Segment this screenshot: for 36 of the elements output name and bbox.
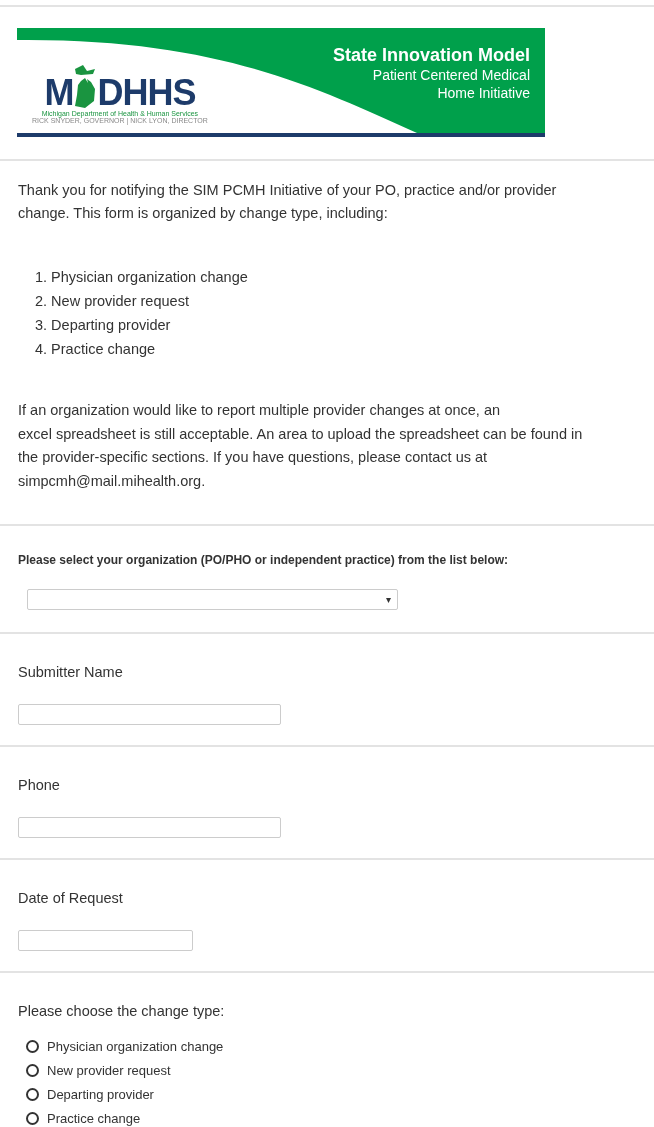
list-marker: 1. (35, 268, 48, 287)
banner-subtitle: Patient Centered Medical (372, 66, 530, 84)
field-label: Please select your organization (PO/PHO or independent practice) from the list below: (18, 553, 510, 567)
list-item: Physician organization change (51, 268, 248, 287)
banner-subtitle: Home Initiative (437, 84, 530, 102)
field-label: Date of Request (18, 890, 124, 906)
note-text: excel spreadsheet is still acceptable. An area to upload the spreadsheet can be found in (18, 424, 584, 444)
note-text: the provider-specific sections. If you have questions, please contact us at (18, 448, 489, 467)
list-marker: 2. (35, 292, 48, 311)
radio-button[interactable] (26, 1039, 39, 1053)
state-map-icon (73, 65, 98, 109)
logo-text: M (44, 77, 74, 109)
logo-text: DHHS (97, 77, 196, 109)
radio-button[interactable] (26, 1063, 39, 1077)
text-field[interactable] (18, 817, 281, 838)
radio-button[interactable] (26, 1111, 39, 1125)
note-text: If an organization would like to report multiple provider changes at once, an (18, 401, 501, 420)
list-item: New provider request (51, 292, 189, 311)
field-label: Phone (18, 777, 61, 793)
text-field[interactable] (18, 704, 281, 725)
banner-title: State Innovation Model (333, 44, 530, 66)
radio-label: New provider request (47, 1062, 171, 1078)
organization-select[interactable]: ▾ (27, 589, 398, 610)
radio-label: Departing provider (47, 1086, 154, 1102)
radio-button[interactable] (26, 1087, 39, 1101)
list-marker: 4. (35, 340, 48, 359)
list-item: Departing provider (51, 316, 171, 335)
list-marker: 3. (35, 316, 48, 335)
intro-text: Thank you for notifying the SIM PCMH Initiative of your PO, practice and/or provider change. This form is organized by change type, including: (18, 181, 558, 223)
field-label: Submitter Name (18, 664, 124, 680)
radio-label: Physician organization change (47, 1038, 224, 1054)
radio-label: Practice change (47, 1110, 141, 1126)
field-label: Please choose the change type: (18, 1003, 226, 1019)
note-text: simpcmh@mail.mihealth.org. (18, 471, 207, 491)
list-item: Practice change (51, 340, 156, 359)
date-field[interactable] (18, 930, 193, 951)
